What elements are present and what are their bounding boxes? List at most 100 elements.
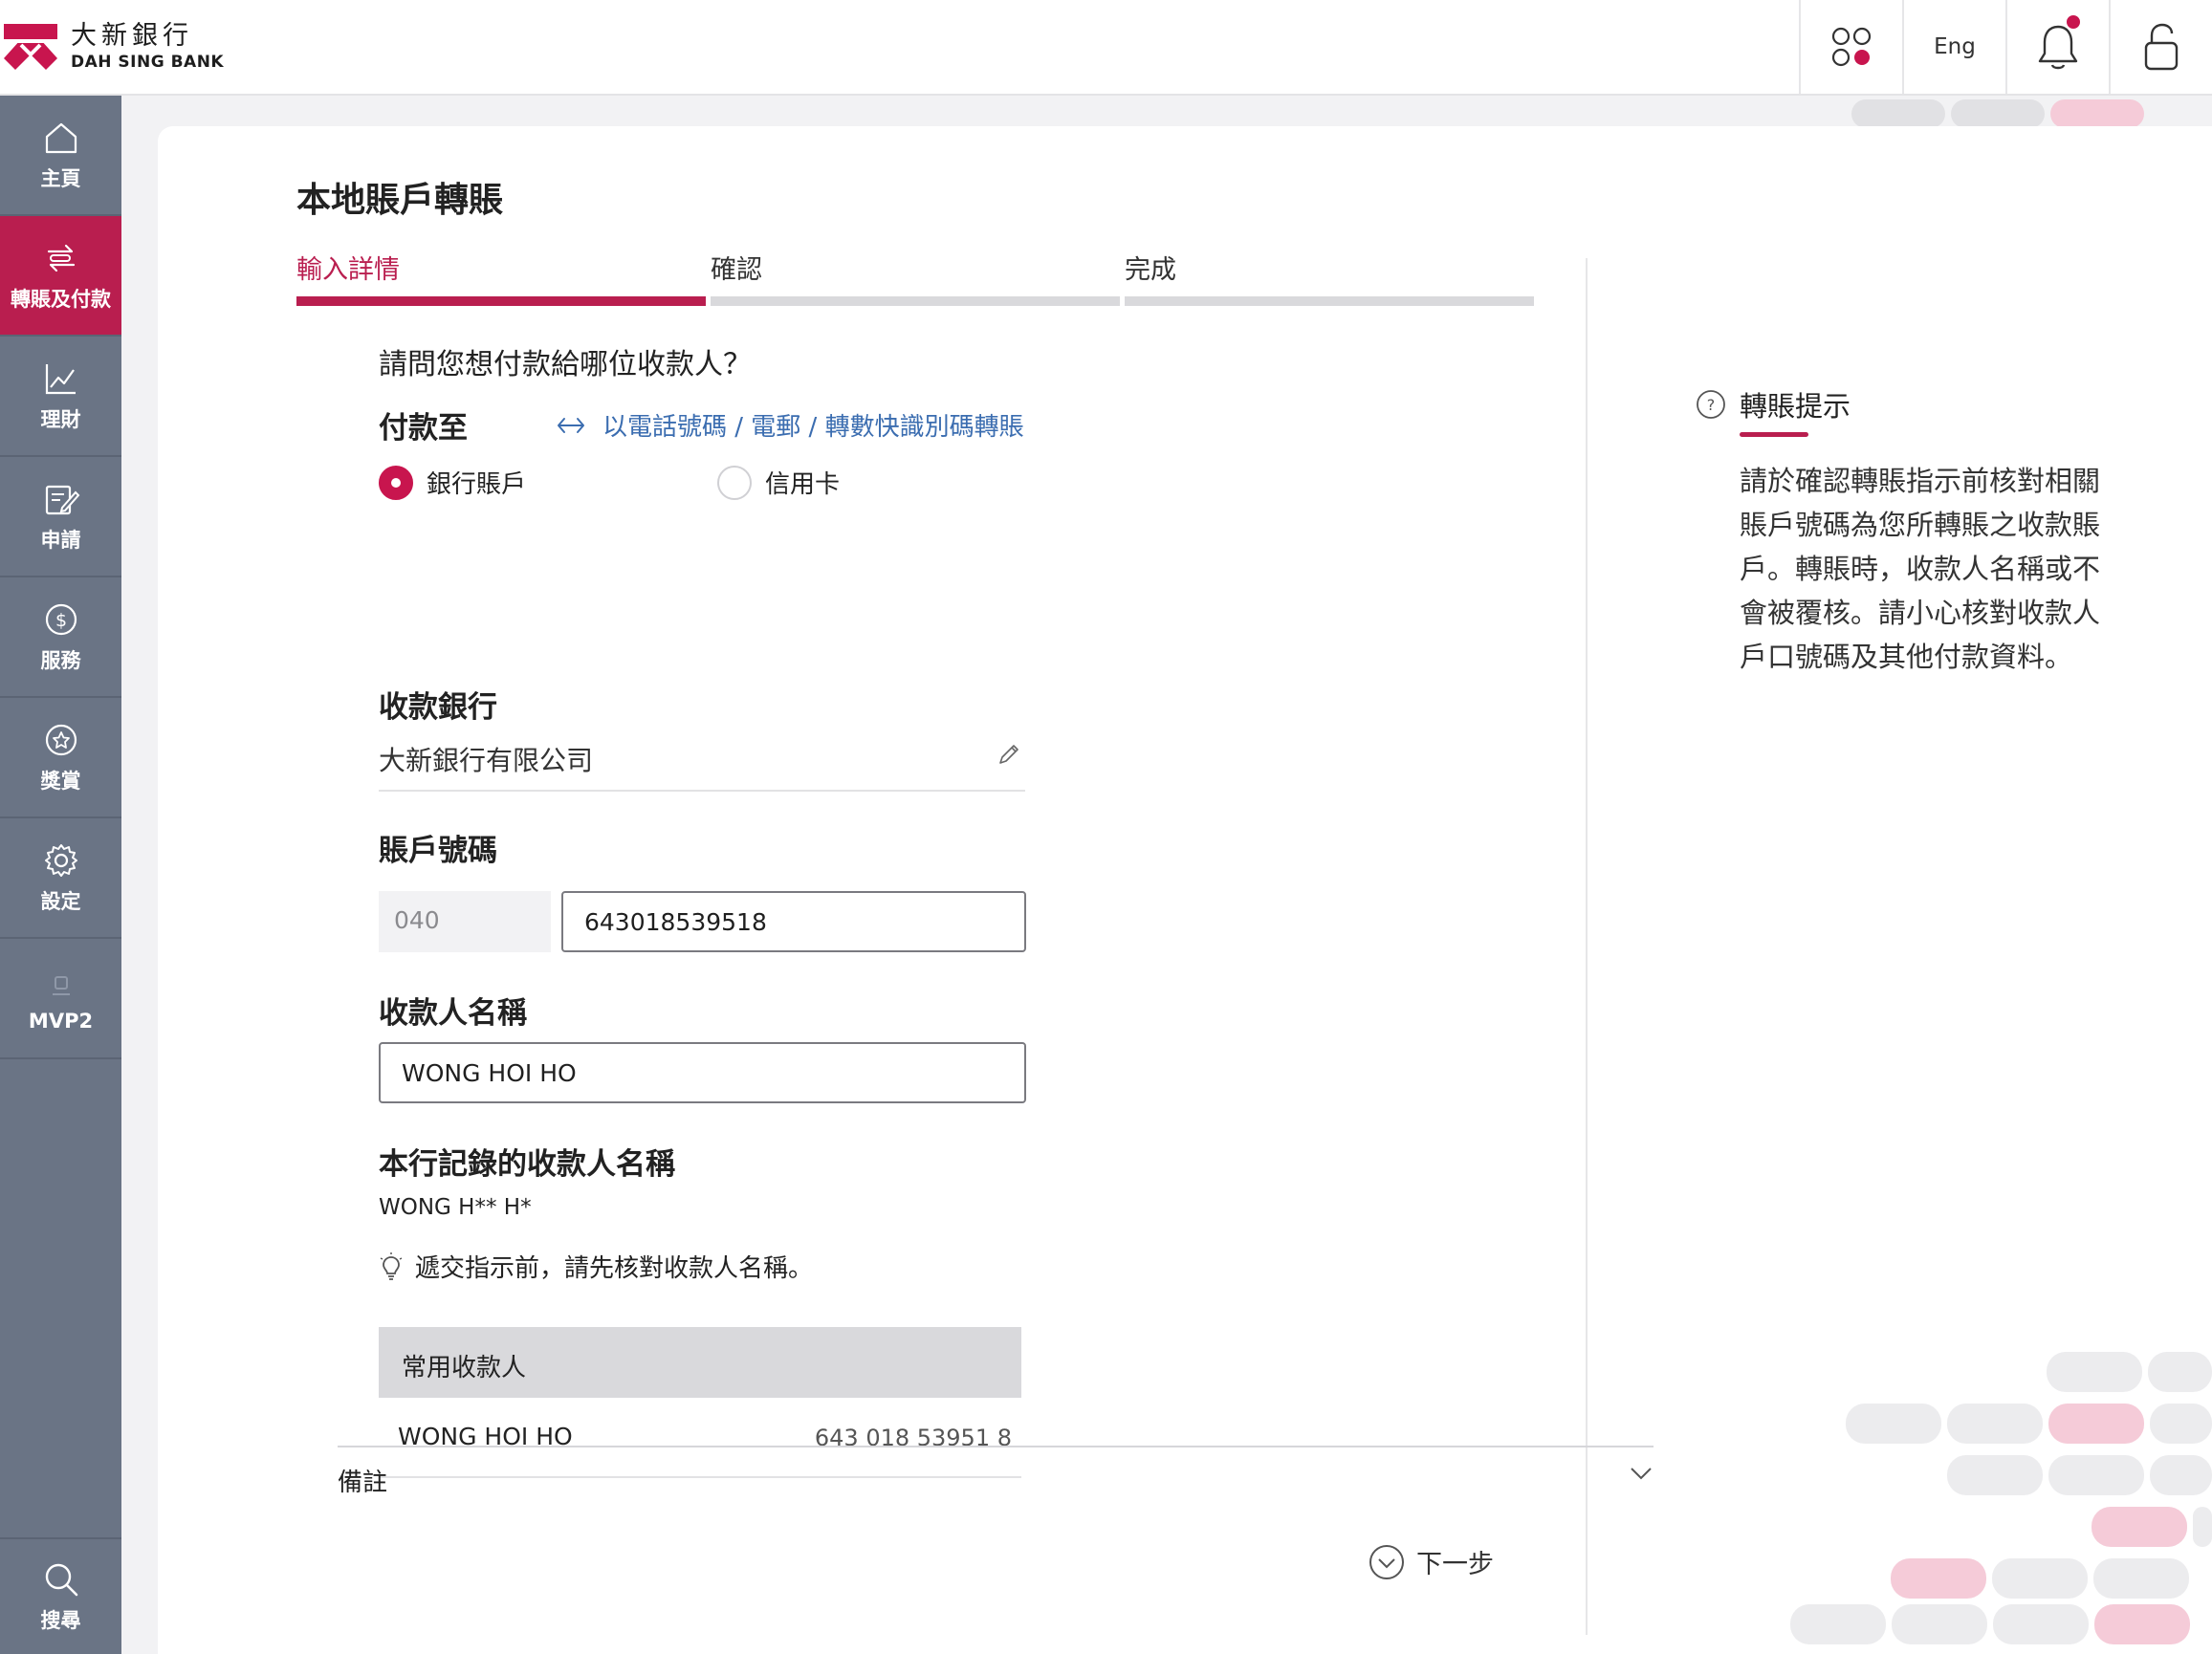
apps-grid-icon xyxy=(1831,27,1872,67)
tips-title: 轉賬提示 xyxy=(1740,390,1851,423)
switch-fps-link[interactable]: 以電話號碼 / 電郵 / 轉數快識別碼轉賬 xyxy=(557,407,1024,443)
sidebar-item-label: 申請 xyxy=(40,529,81,552)
sidebar-item-label: 搜尋 xyxy=(40,1609,81,1632)
recorded-name-label: 本行記錄的收款人名稱 xyxy=(379,1147,675,1182)
sidebar-item-transfer[interactable]: 轉賬及付款 xyxy=(0,216,121,337)
star-icon xyxy=(45,724,77,756)
tips-body: 請於確認轉賬指示前核對相關賬戶號碼為您所轉賬之收款賬戶。轉賬時，收款人名稱或不會… xyxy=(1740,465,2101,673)
header-actions: Eng xyxy=(1799,0,2212,94)
account-prefix: 040 xyxy=(379,891,551,952)
pencil-icon[interactable] xyxy=(996,742,1021,767)
decor-pill xyxy=(2048,1455,2144,1495)
verify-tip: 遞交指示前，請先核對收款人名稱。 xyxy=(379,1249,813,1284)
verify-tip-text: 遞交指示前，請先核對收款人名稱。 xyxy=(415,1254,814,1283)
bank-logo[interactable]: 大新銀行 DAH SING BANK xyxy=(0,13,224,80)
dah-sing-logo-icon xyxy=(4,24,57,70)
sidebar-item-apply[interactable]: 申請 xyxy=(0,457,121,577)
sidebar-item-label: 主頁 xyxy=(40,167,81,190)
step-complete: 完成 xyxy=(1125,249,1534,306)
top-header: 大新銀行 DAH SING BANK Eng xyxy=(0,0,2212,96)
tips-underline xyxy=(1740,432,1808,437)
account-number-label: 賬戶號碼 xyxy=(379,834,497,868)
lock-icon xyxy=(2144,23,2179,71)
decor-pill xyxy=(2193,1507,2212,1547)
decor-pill xyxy=(1992,1558,2088,1599)
sidebar-item-label: 獎賞 xyxy=(40,770,81,793)
decor-pill xyxy=(1851,99,1945,128)
radio-credit-card[interactable]: 信用卡 xyxy=(717,465,840,500)
notification-dot xyxy=(2065,13,2082,31)
tips-header: ? 轉賬提示 xyxy=(1696,384,2059,424)
help-icon: ? xyxy=(1697,390,1725,419)
radio-label: 銀行賬戶 xyxy=(427,470,527,499)
chevron-circle-icon xyxy=(1369,1544,1404,1579)
switch-fps-label: 以電話號碼 / 電郵 / 轉數快識別碼轉賬 xyxy=(602,413,1024,442)
step-bar xyxy=(296,296,706,306)
decor-pill xyxy=(2048,1404,2144,1444)
step-bar xyxy=(1125,296,1534,306)
sidebar-item-search[interactable]: 搜尋 xyxy=(0,1537,121,1654)
favorite-payees-header: 常用收款人 xyxy=(379,1327,1021,1398)
brand-name-en: DAH SING BANK xyxy=(71,53,225,72)
sidebar-item-label: MVP2 xyxy=(28,1010,94,1033)
sidebar-item-label: 理財 xyxy=(40,408,81,431)
decor-pill xyxy=(2092,1507,2187,1547)
next-step-label: 下一步 xyxy=(1416,1550,1494,1579)
decor-pill xyxy=(1891,1558,1986,1599)
sidebar-item-home[interactable]: 主頁 xyxy=(0,96,121,216)
sidebar-item-label: 設定 xyxy=(40,890,81,913)
sidebar-item-mvp2[interactable]: MVP2 xyxy=(0,939,121,1059)
step-label: 完成 xyxy=(1125,255,1176,285)
sidebar-item-settings[interactable]: 設定 xyxy=(0,818,121,939)
column-divider xyxy=(1586,258,1588,1635)
page-title: 本地賬戶轉賬 xyxy=(296,181,504,220)
recorded-name-value: WONG H** H* xyxy=(379,1195,532,1220)
next-step-button[interactable]: 下一步 xyxy=(1369,1543,1494,1580)
swap-arrows-icon xyxy=(558,417,584,433)
radio-label: 信用卡 xyxy=(765,470,841,499)
remarks-accordion[interactable]: 備註 xyxy=(338,1446,1654,1507)
sidebar-item-services[interactable]: $ 服務 xyxy=(0,577,121,698)
decor-pill xyxy=(2150,1455,2212,1495)
step-bar xyxy=(711,296,1120,306)
step-confirm: 確認 xyxy=(711,249,1120,306)
step-label: 確認 xyxy=(711,255,762,285)
logout-button[interactable] xyxy=(2109,0,2212,94)
decor-pill xyxy=(2148,1352,2212,1392)
decor-pill xyxy=(1947,1455,2043,1495)
remarks-label: 備註 xyxy=(338,1469,388,1497)
receiving-bank-field[interactable]: 大新銀行有限公司 xyxy=(379,732,1025,792)
decor-pill xyxy=(2150,1404,2212,1444)
decor-pill xyxy=(1790,1604,1886,1644)
progress-steps: 輸入詳情 確認 完成 xyxy=(296,249,1534,306)
payee-name-input[interactable] xyxy=(379,1042,1026,1103)
language-button[interactable]: Eng xyxy=(1902,0,2005,94)
payee-question: 請問您想付款給哪位收款人？ xyxy=(379,348,752,381)
transfer-card: 本地賬戶轉賬 輸入詳情 確認 完成 請問您想付款給哪位收款人？ 付款至 以電話號… xyxy=(158,126,2212,1654)
decor-pill xyxy=(1951,99,2045,128)
decor-pill xyxy=(2094,1604,2190,1644)
chart-icon xyxy=(45,364,76,395)
chevron-down-icon xyxy=(1631,1468,1652,1480)
apps-button[interactable] xyxy=(1799,0,1902,94)
search-icon xyxy=(45,1563,77,1597)
svg-text:?: ? xyxy=(1707,396,1716,414)
brand-name-cn: 大新銀行 xyxy=(71,21,193,51)
notifications-button[interactable] xyxy=(2005,0,2109,94)
receiving-bank-label: 收款銀行 xyxy=(379,690,497,725)
account-number-input[interactable] xyxy=(561,891,1026,952)
radio-circle xyxy=(717,465,752,500)
sidebar-item-wealth[interactable]: 理財 xyxy=(0,337,121,457)
dollar-icon: $ xyxy=(45,603,77,636)
decor-pill xyxy=(2093,1558,2189,1599)
svg-text:$: $ xyxy=(55,610,66,631)
radio-bank-account[interactable]: 銀行賬戶 xyxy=(379,465,526,500)
payee-name-label: 收款人名稱 xyxy=(379,996,527,1031)
receiving-bank-value: 大新銀行有限公司 xyxy=(379,745,594,776)
sidebar-item-rewards[interactable]: 獎賞 xyxy=(0,698,121,818)
lightbulb-icon xyxy=(380,1251,403,1280)
decor-pill xyxy=(2050,99,2144,128)
home-icon xyxy=(45,122,77,154)
language-label: Eng xyxy=(1934,34,1976,59)
decor-pill xyxy=(1892,1604,1987,1644)
